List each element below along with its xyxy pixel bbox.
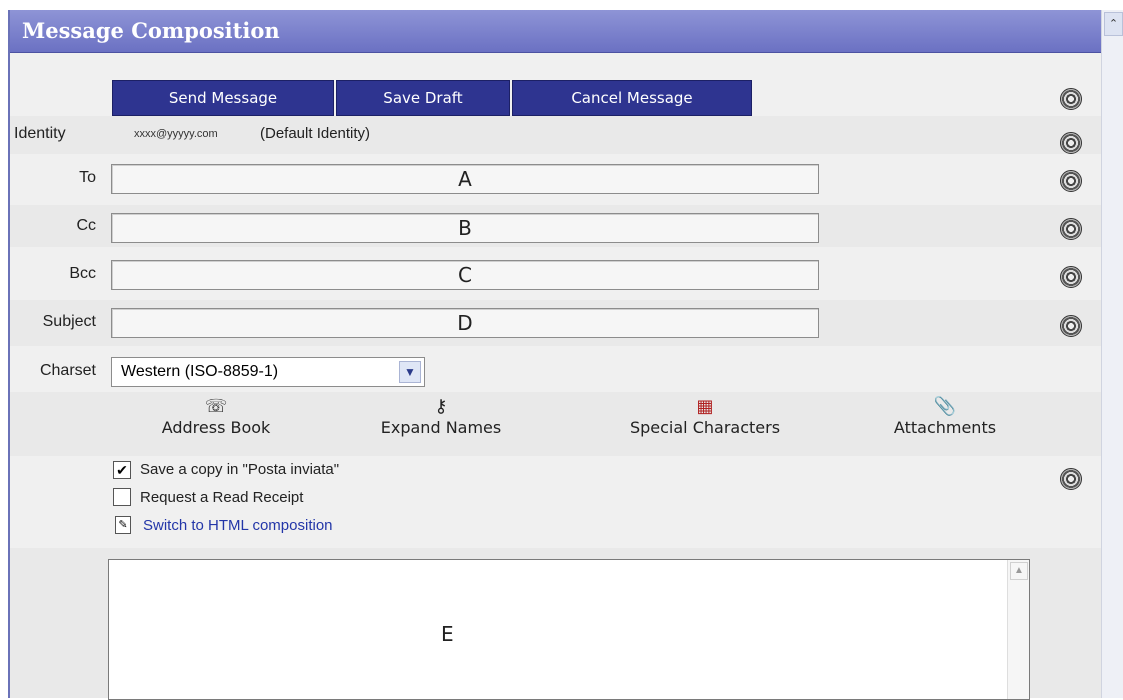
- spellcheck-icon[interactable]: [1060, 88, 1082, 110]
- spellcheck-icon[interactable]: [1060, 468, 1082, 490]
- to-field[interactable]: A: [111, 164, 819, 194]
- to-label: To: [79, 169, 96, 186]
- spellcheck-icon[interactable]: [1060, 132, 1082, 154]
- spellcheck-icon[interactable]: [1060, 170, 1082, 192]
- edit-document-icon[interactable]: ✎: [115, 516, 131, 534]
- cancel-message-button[interactable]: Cancel Message: [512, 80, 752, 116]
- expand-names-button[interactable]: ⚷ Expand Names: [366, 396, 516, 437]
- message-body-text: E: [441, 622, 454, 646]
- charset-label: Charset: [39, 362, 96, 379]
- send-message-button[interactable]: Send Message: [112, 80, 334, 116]
- address-book-icon: ☏: [204, 396, 228, 417]
- special-characters-icon: ▦: [696, 396, 714, 417]
- cc-field[interactable]: B: [111, 213, 819, 243]
- scroll-up-icon[interactable]: ⌃: [1104, 12, 1123, 36]
- read-receipt-label: Request a Read Receipt: [140, 489, 304, 506]
- expand-names-label: Expand Names: [380, 418, 502, 437]
- switch-html-link[interactable]: Switch to HTML composition: [143, 517, 333, 534]
- save-copy-label: Save a copy in "Posta inviata": [140, 461, 340, 478]
- cc-label: Cc: [76, 217, 96, 234]
- subject-field[interactable]: D: [111, 308, 819, 338]
- window-title: Message Composition: [22, 18, 280, 43]
- spellcheck-icon[interactable]: [1060, 266, 1082, 288]
- attachments-button[interactable]: 📎 Attachments: [880, 396, 1010, 437]
- title-bar: Message Composition: [10, 10, 1101, 53]
- address-book-label: Address Book: [161, 418, 271, 437]
- read-receipt-checkbox[interactable]: [113, 488, 131, 506]
- charset-select[interactable]: Western (ISO-8859-1) ▼: [111, 357, 425, 387]
- expand-names-icon: ⚷: [434, 396, 448, 417]
- charset-value: Western (ISO-8859-1): [121, 363, 279, 380]
- compose-window: Message Composition Send Message Save Dr…: [8, 10, 1101, 700]
- save-copy-checkbox[interactable]: ✔: [113, 461, 131, 479]
- message-body-textarea[interactable]: E ▲: [108, 559, 1030, 700]
- special-characters-label: Special Characters: [629, 418, 781, 437]
- identity-default-note: (Default Identity): [260, 125, 371, 142]
- save-draft-button[interactable]: Save Draft: [336, 80, 510, 116]
- spellcheck-icon[interactable]: [1060, 315, 1082, 337]
- chevron-down-icon[interactable]: ▼: [399, 361, 421, 383]
- scroll-up-icon[interactable]: ▲: [1010, 562, 1028, 580]
- address-book-button[interactable]: ☏ Address Book: [146, 396, 286, 437]
- identity-email: xxxx@yyyyy.com: [134, 128, 218, 140]
- body-scrollbar[interactable]: ▲: [1007, 560, 1029, 699]
- paperclip-icon: 📎: [933, 396, 957, 417]
- special-characters-button[interactable]: ▦ Special Characters: [610, 396, 800, 437]
- spellcheck-icon[interactable]: [1060, 218, 1082, 240]
- identity-label: Identity: [14, 125, 66, 142]
- subject-label: Subject: [42, 313, 96, 330]
- bcc-label: Bcc: [69, 265, 96, 282]
- bcc-field[interactable]: C: [111, 260, 819, 290]
- attachments-label: Attachments: [893, 418, 997, 437]
- page-scrollbar[interactable]: ⌃: [1101, 10, 1123, 698]
